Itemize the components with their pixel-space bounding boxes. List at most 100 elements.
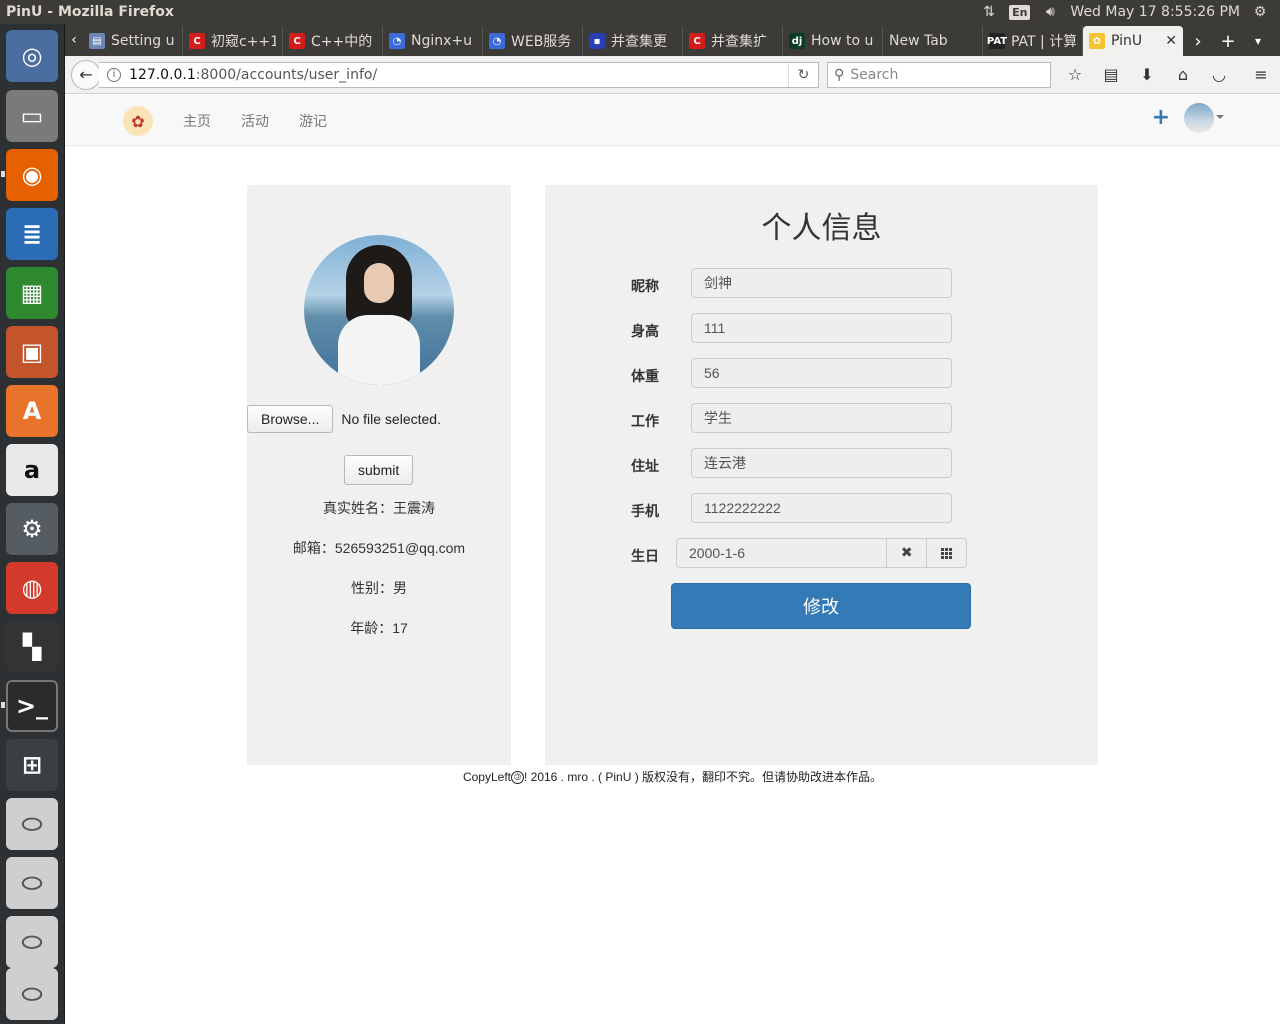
photo-figure: [338, 245, 420, 385]
footer-copyleft-text: CopyLeft: [462, 770, 511, 784]
profile-panel: Browse... No file selected. submit 真实姓名：…: [247, 185, 511, 765]
tab-cpp-first[interactable]: C 初窥c++1: [183, 26, 283, 56]
nav-link-travel-notes[interactable]: 游记: [299, 111, 327, 131]
bookmark-star-icon[interactable]: ☆: [1057, 60, 1093, 90]
chevron-down-icon[interactable]: [1216, 115, 1224, 119]
personal-info-form: 个人信息 昵称 剑神 身高 111 体重 56 工作 学生 住址 连云港 手机 …: [545, 185, 1098, 765]
tab-union-find-2[interactable]: C 并查集扩: [683, 26, 783, 56]
network-icon[interactable]: ⇅: [979, 3, 999, 21]
close-tab-icon[interactable]: ✕: [1165, 33, 1177, 49]
firefox-icon[interactable]: ◉: [6, 149, 58, 201]
form-title: 个人信息: [761, 211, 882, 246]
nickname-label: 昵称: [631, 279, 659, 295]
age-text: 年龄：17: [350, 620, 408, 636]
tab-pat[interactable]: PAT PAT | 计算: [983, 26, 1083, 56]
running-indicator: [1, 702, 5, 708]
weight-field[interactable]: 56: [691, 358, 952, 388]
tab-setting[interactable]: ▤ Setting u: [83, 26, 183, 56]
height-label: 身高: [631, 324, 659, 340]
nickname-field[interactable]: 剑神: [691, 268, 952, 298]
c-icon: C: [689, 33, 705, 49]
hamburger-menu-icon[interactable]: ≡: [1243, 60, 1279, 90]
photo-face: [364, 263, 394, 303]
address-label: 住址: [631, 459, 659, 475]
birthday-field[interactable]: 2000-1-6: [676, 538, 888, 568]
site-info-icon[interactable]: i: [107, 67, 121, 82]
search-input[interactable]: ⚲ Search: [827, 61, 1051, 88]
browse-button[interactable]: Browse...: [247, 405, 334, 433]
system-tray: ⇅ En 🔊︎ Wed May 17 8:55:26 PM ⚙: [979, 3, 1280, 21]
photo-shirt: [338, 315, 420, 385]
tab-cpp-in[interactable]: C C++中的: [283, 26, 383, 56]
system-settings-icon[interactable]: ⚙: [6, 503, 58, 555]
user-avatar[interactable]: [1184, 103, 1214, 133]
birthday-label: 生日: [631, 549, 659, 565]
drive-icon[interactable]: ⬭: [6, 916, 58, 968]
file-status-text: No file selected.: [341, 411, 441, 427]
volume-icon[interactable]: 🔊︎: [1040, 3, 1060, 21]
modify-button[interactable]: 修改: [671, 583, 971, 629]
tab-web-service[interactable]: ◔ WEB服务: [483, 26, 583, 56]
real-name-text: 真实姓名：王震涛: [323, 500, 435, 516]
tab-nginx[interactable]: ◔ Nginx+u: [383, 26, 483, 56]
drive-icon[interactable]: ⬭: [6, 968, 58, 1020]
tab-how-to[interactable]: dj How to u: [783, 26, 883, 56]
job-field[interactable]: 学生: [691, 403, 952, 433]
tab-bar: ‹ ▤ Setting u C 初窥c++1 C C++中的 ◔ Nginx+u ◔ WE…: [65, 24, 1280, 56]
system-gear-icon[interactable]: ⚙: [1250, 3, 1270, 21]
libreoffice-writer-icon[interactable]: ≣: [6, 208, 58, 260]
pat-icon: PAT: [987, 33, 1007, 49]
drive-icon[interactable]: ⬭: [6, 798, 58, 850]
tab-union-find-1[interactable]: ▪ 并查集更: [583, 26, 683, 56]
disc-burner-icon[interactable]: ◍: [6, 562, 58, 614]
clear-date-icon[interactable]: ✖: [887, 538, 928, 568]
gender-text: 性别：男: [351, 580, 407, 596]
copyleft-icon: ©: [510, 771, 524, 785]
workspace-switcher-icon[interactable]: ⊞: [6, 739, 58, 791]
libreoffice-calc-icon[interactable]: ▦: [6, 267, 58, 319]
downloads-icon[interactable]: ⬇: [1129, 60, 1165, 90]
nav-link-home[interactable]: 主页: [183, 111, 211, 131]
calendar-grid-icon[interactable]: [927, 538, 967, 568]
nav-link-activities[interactable]: 活动: [241, 111, 269, 131]
ubuntu-dash-icon[interactable]: ◎: [6, 30, 58, 82]
software-center-icon[interactable]: A: [6, 385, 58, 437]
amazon-icon[interactable]: a: [6, 444, 58, 496]
page-footer: CopyLeft ©! 2016 . mro . ( PinU ) 版权没有，翻印…: [65, 768, 1280, 785]
files-icon[interactable]: ▭: [6, 90, 58, 142]
tab-list-icon[interactable]: ▾: [1243, 26, 1273, 56]
tab-scroll-right-icon[interactable]: ›: [1183, 26, 1213, 56]
django-icon: dj: [789, 33, 805, 49]
terminal-icon[interactable]: >_: [6, 680, 58, 732]
drive-icon[interactable]: ⬭: [6, 857, 58, 909]
new-tab-icon[interactable]: +: [1213, 26, 1243, 56]
pocket-icon[interactable]: ◡: [1201, 60, 1237, 90]
web-page: ✿ 主页 活动 游记 + Browse... No file selected.…: [65, 95, 1280, 1024]
globe-icon: ◔: [389, 33, 405, 49]
back-icon[interactable]: ←: [71, 59, 101, 90]
keyboard-language-indicator[interactable]: En: [1009, 4, 1031, 20]
reading-list-icon[interactable]: ▤: [1093, 60, 1129, 90]
settings-icon: ▤: [89, 33, 105, 49]
url-bar[interactable]: i 127.0.0.1:8000/accounts/user_info/ ↻: [99, 61, 819, 88]
submit-button[interactable]: submit: [344, 455, 414, 485]
phone-field[interactable]: 1122222222: [691, 493, 952, 523]
address-field[interactable]: 连云港: [691, 448, 952, 478]
file-upload-row: Browse... No file selected.: [247, 405, 511, 433]
tab-new-tab[interactable]: New Tab: [883, 26, 983, 56]
height-field[interactable]: 111: [691, 313, 952, 343]
pinu-logo-icon[interactable]: ✿: [123, 106, 153, 136]
office-suite-icon[interactable]: ▚: [6, 621, 58, 673]
home-icon[interactable]: ⌂: [1165, 60, 1201, 90]
globe-icon: ◔: [489, 33, 505, 49]
tab-scroll-left-icon[interactable]: ‹: [65, 24, 83, 56]
libreoffice-impress-icon[interactable]: ▣: [6, 326, 58, 378]
weight-label: 体重: [631, 369, 659, 385]
birthday-date-picker: 2000-1-6 ✖: [676, 538, 967, 568]
reload-icon[interactable]: ↻: [788, 62, 818, 87]
add-plus-icon[interactable]: +: [1152, 105, 1170, 130]
clock[interactable]: Wed May 17 8:55:26 PM: [1070, 4, 1240, 20]
profile-photo: [304, 235, 454, 385]
tab-pinu[interactable]: ✿ PinU ✕: [1083, 26, 1183, 56]
running-indicator: [1, 171, 5, 177]
